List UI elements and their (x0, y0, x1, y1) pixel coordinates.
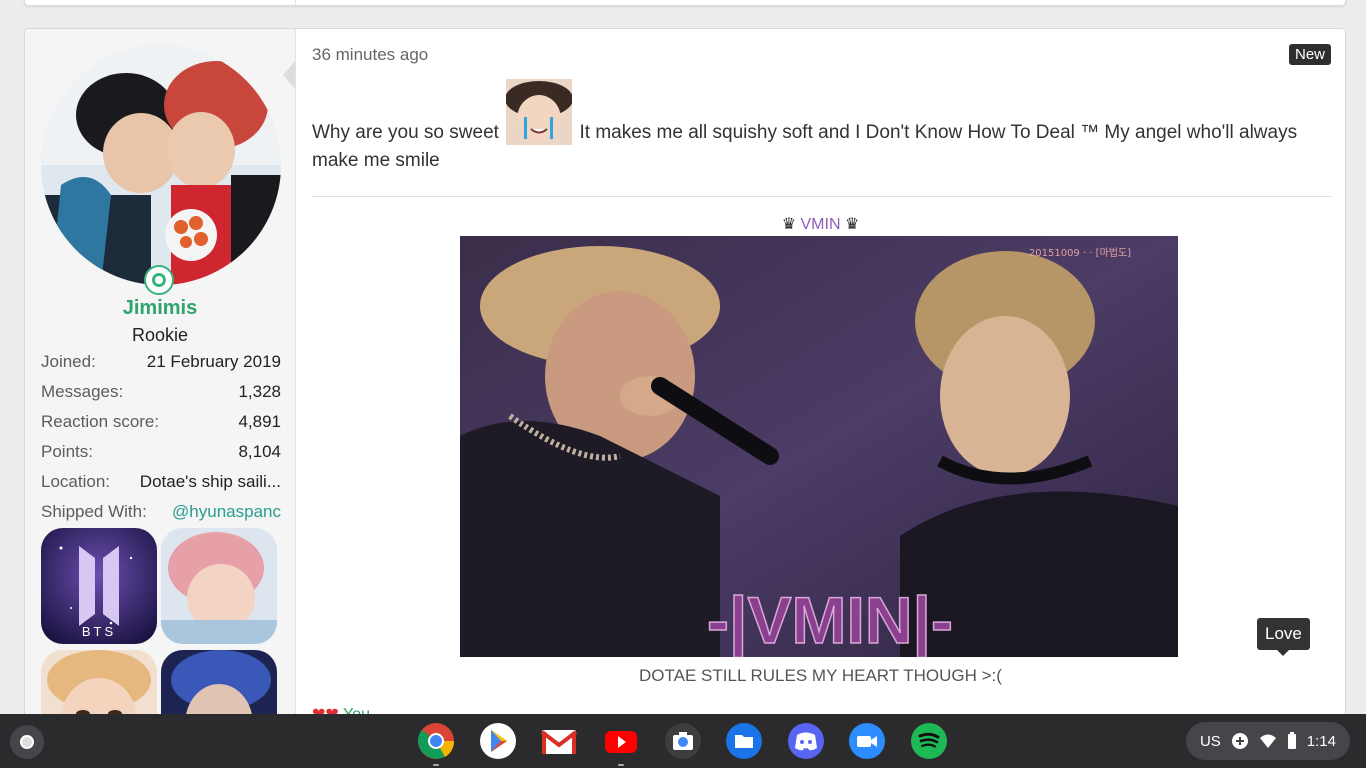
camera-icon[interactable] (664, 722, 702, 760)
forum-post: Jimimis Rookie Joined: 21 February 2019 … (24, 28, 1346, 730)
userbox-arrow (283, 61, 295, 89)
stat-value: 1,328 (238, 382, 281, 401)
message-text-1: Why are you so sweet (312, 122, 499, 143)
stat-reaction-score: Reaction score: 4,891 (41, 412, 281, 432)
stat-messages: Messages: 1,328 (41, 382, 281, 402)
online-status-icon (144, 265, 174, 295)
stat-label: Points: (41, 442, 93, 461)
chrome-running-dot (433, 764, 439, 766)
stat-points: Points: 8,104 (41, 442, 281, 462)
vmin-gif-image[interactable]: -|VMIN|- 20151009 · · [마법도] (460, 236, 1178, 657)
stat-value: 4,891 (238, 412, 281, 431)
love-tooltip: Love (1257, 618, 1310, 656)
post-message: Why are you so sweet It makes me all squ… (312, 79, 1322, 175)
username-link[interactable]: Jimimis (25, 297, 295, 320)
post-timestamp[interactable]: 36 minutes ago (312, 45, 428, 65)
badge-text: BTS (82, 624, 116, 639)
message-divider (312, 196, 1331, 197)
spotify-icon[interactable] (910, 722, 948, 760)
user-title: Rookie (131, 325, 189, 345)
jimin-pink-hair-badge[interactable] (161, 528, 277, 644)
stat-label: Joined: (41, 352, 96, 371)
clock[interactable]: 1:14 (1307, 733, 1336, 750)
signature-title: ♛ VMIN ♛ (296, 214, 1345, 234)
stat-label: Messages: (41, 382, 124, 401)
stat-shipped-with: Shipped With: @hyunaspanc (41, 502, 281, 522)
gif-watermark: 20151009 · · [마법도] (1029, 247, 1131, 259)
stat-value: Dotae's ship saili... (139, 472, 281, 491)
signature-caption: DOTAE STILL RULES MY HEART THOUGH >:( (639, 666, 1002, 685)
crown-icon: ♛ (844, 216, 860, 233)
vmin-label: VMIN (800, 216, 841, 233)
user-avatar[interactable] (41, 45, 281, 285)
battery-icon (1287, 732, 1297, 750)
zoom-icon[interactable] (848, 722, 886, 760)
stat-joined: Joined: 21 February 2019 (41, 352, 281, 372)
stat-label: Location: (41, 472, 110, 491)
previous-post-card (24, 0, 1346, 6)
post-content: 36 minutes ago New Why are you so sweet … (296, 29, 1345, 729)
youtube-running-dot (618, 764, 624, 766)
stat-label: Shipped With: (41, 502, 147, 521)
chrome-icon[interactable] (417, 722, 455, 760)
bts-logo-badge[interactable]: BTS (41, 528, 157, 644)
launcher-button[interactable] (10, 725, 44, 759)
stat-value: 8,104 (238, 442, 281, 461)
user-info-panel: Jimimis Rookie Joined: 21 February 2019 … (25, 29, 296, 729)
stat-location: Location: Dotae's ship saili... (41, 472, 281, 492)
stat-label: Reaction score: (41, 412, 160, 431)
youtube-icon[interactable] (602, 722, 640, 760)
new-badge: New (1288, 44, 1331, 65)
crown-icon: ♛ (781, 216, 797, 233)
stat-value: 21 February 2019 (146, 352, 281, 371)
play-store-icon[interactable] (479, 722, 517, 760)
gmail-icon[interactable] (540, 722, 578, 760)
input-method[interactable]: US (1200, 733, 1221, 750)
discord-icon[interactable] (787, 722, 825, 760)
status-tray[interactable]: US 1:14 (1185, 722, 1350, 760)
add-circle-icon (1231, 732, 1249, 750)
wifi-icon (1259, 732, 1277, 750)
gif-overlay-text: -|VMIN|- (707, 583, 953, 657)
shipped-with-link[interactable]: @hyunaspanc (172, 502, 281, 522)
crying-face-image (505, 79, 574, 145)
chromeos-shelf: US 1:14 (0, 714, 1366, 768)
files-icon[interactable] (725, 722, 763, 760)
